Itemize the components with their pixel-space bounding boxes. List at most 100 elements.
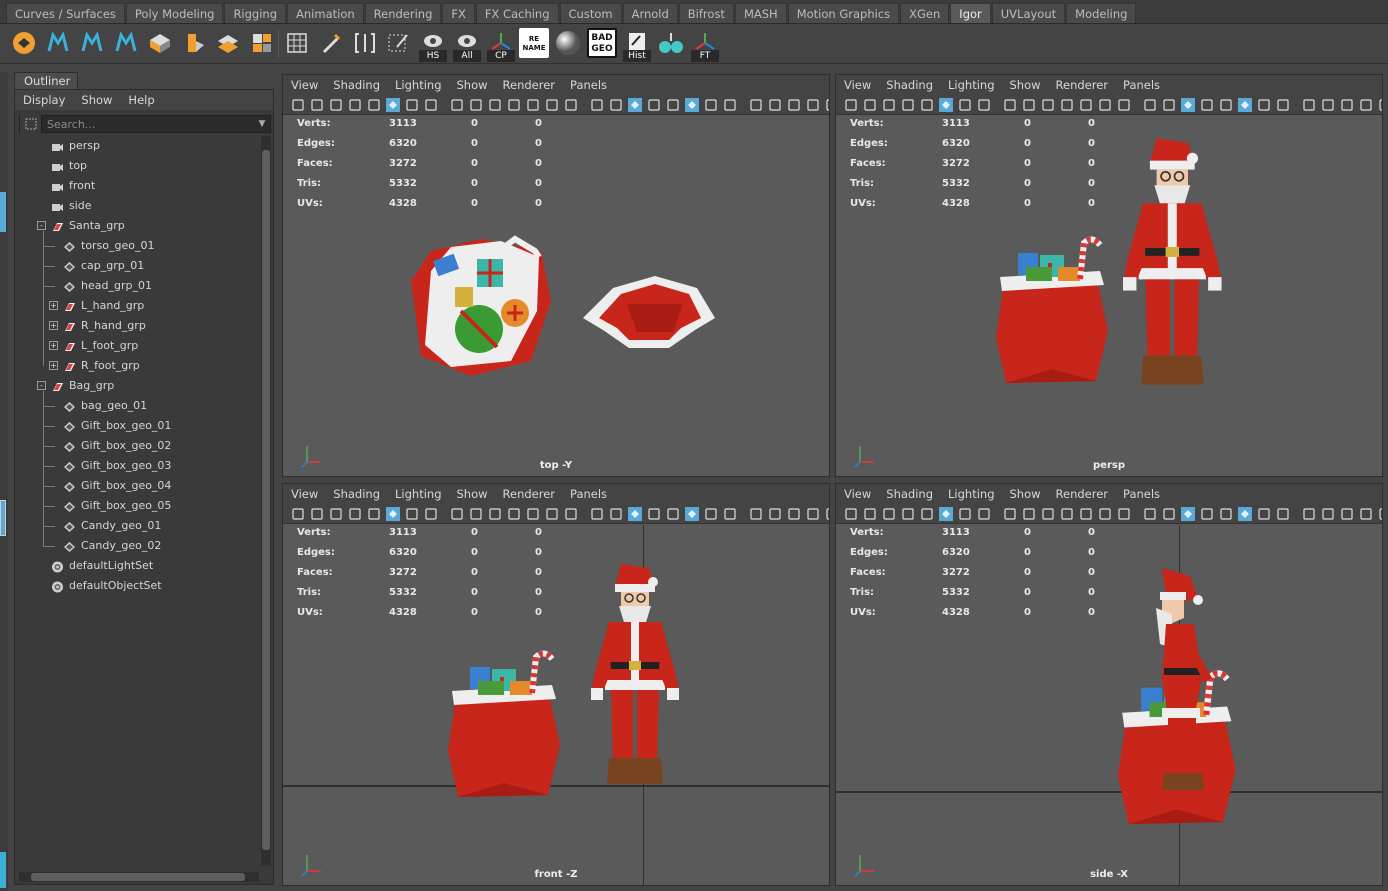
shelf-tab-uvlayout[interactable]: UVLayout <box>991 3 1066 23</box>
panel-menu-show[interactable]: Show <box>457 487 488 501</box>
panel-toolbar-button-icon[interactable] <box>469 98 483 112</box>
viewport-canvas[interactable]: Verts: 3113 0 0 Edges: 6320 0 0 Faces: 3272 0 0 Tris… <box>283 525 829 885</box>
panel-menu-show[interactable]: Show <box>1010 78 1041 92</box>
panel-menu-renderer[interactable]: Renderer <box>1056 487 1109 501</box>
panel-toolbar-button-icon[interactable] <box>405 507 419 521</box>
panel-toolbar-button-icon[interactable] <box>723 98 737 112</box>
panel-toolbar-button-icon[interactable] <box>1257 98 1271 112</box>
panel-toolbar-button-icon[interactable] <box>1340 98 1354 112</box>
panel-toolbar-button-icon[interactable] <box>901 507 915 521</box>
poly-cube-icon[interactable] <box>146 28 174 58</box>
panel-toolbar-button-icon[interactable] <box>938 97 954 113</box>
panel-toolbar-button-icon[interactable] <box>1180 97 1196 113</box>
viewport-panel[interactable]: View Shading Lighting Show Renderer Panels Ve… <box>282 74 830 477</box>
panel-toolbar-button-icon[interactable] <box>609 98 623 112</box>
panel-toolbar-button-icon[interactable] <box>787 507 801 521</box>
shelf-tab-igor[interactable]: Igor <box>950 3 991 23</box>
panel-toolbar-button-icon[interactable] <box>564 98 578 112</box>
bad-geo-tool[interactable]: BAD GEO <box>587 28 617 58</box>
panel-toolbar-button-icon[interactable] <box>385 506 401 522</box>
panel-toolbar-button-icon[interactable] <box>806 98 820 112</box>
panel-menu-shading[interactable]: Shading <box>333 487 380 501</box>
tree-expander-icon[interactable]: - <box>37 221 46 230</box>
outliner-menu-show[interactable]: Show <box>81 93 112 107</box>
panel-toolbar-button-icon[interactable] <box>882 507 896 521</box>
panel-menu-show[interactable]: Show <box>457 78 488 92</box>
chevron-down-icon[interactable]: ▼ <box>254 119 270 129</box>
panel-toolbar-button-icon[interactable] <box>1143 98 1157 112</box>
panel-toolbar-button-icon[interactable] <box>1276 98 1290 112</box>
panel-toolbar-button-icon[interactable] <box>329 507 343 521</box>
panel-toolbar-button-icon[interactable] <box>749 98 763 112</box>
panel-toolbar-button-icon[interactable] <box>647 98 661 112</box>
panel-toolbar-button-icon[interactable] <box>1098 98 1112 112</box>
panel-toolbar-button-icon[interactable] <box>564 507 578 521</box>
panel-toolbar-button-icon[interactable] <box>507 98 521 112</box>
shelf-tab-xgen[interactable]: XGen <box>900 3 950 23</box>
panel-toolbar-button-icon[interactable] <box>291 507 305 521</box>
shelf-tab-animation[interactable]: Animation <box>287 3 364 23</box>
shelf-tab-bifrost[interactable]: Bifrost <box>678 3 734 23</box>
panel-toolbar-button-icon[interactable] <box>609 507 623 521</box>
panel-toolbar-button-icon[interactable] <box>901 98 915 112</box>
panel-toolbar-button-icon[interactable] <box>1321 507 1335 521</box>
poly-box-icon[interactable] <box>180 28 208 58</box>
panel-toolbar-button-icon[interactable] <box>1098 507 1112 521</box>
panel-toolbar-button-icon[interactable] <box>977 98 991 112</box>
panel-toolbar-button-icon[interactable] <box>704 98 718 112</box>
shelf-tab-rendering[interactable]: Rendering <box>364 3 442 23</box>
search-filter-icon[interactable] <box>20 115 42 133</box>
panel-menu-view[interactable]: View <box>844 78 871 92</box>
viewport-canvas[interactable]: Verts: 3113 0 0 Edges: 6320 0 0 Faces: 3272 0 0 Tris… <box>283 116 829 476</box>
panel-menu-shading[interactable]: Shading <box>886 487 933 501</box>
panel-toolbar-button-icon[interactable] <box>806 507 820 521</box>
panel-toolbar-button-icon[interactable] <box>469 507 483 521</box>
panel-toolbar-button-icon[interactable] <box>938 506 954 522</box>
panel-menu-view[interactable]: View <box>844 487 871 501</box>
panel-toolbar-button-icon[interactable] <box>1003 507 1017 521</box>
shelf-tab-fx[interactable]: FX <box>442 3 475 23</box>
panel-toolbar-button-icon[interactable] <box>1060 98 1074 112</box>
tool-strip-highlight-2[interactable] <box>0 500 6 536</box>
tool-strip-highlight-3[interactable] <box>0 852 6 888</box>
panel-toolbar-button-icon[interactable] <box>385 97 401 113</box>
panel-menu-renderer[interactable]: Renderer <box>503 487 556 501</box>
panel-toolbar-button-icon[interactable] <box>1378 98 1382 112</box>
outliner-vertical-scrollbar[interactable] <box>261 136 271 866</box>
panel-toolbar-button-icon[interactable] <box>545 98 559 112</box>
panel-toolbar-button-icon[interactable] <box>958 507 972 521</box>
panel-toolbar-button-icon[interactable] <box>825 507 829 521</box>
shelf-tab-fx-caching[interactable]: FX Caching <box>475 3 559 23</box>
maya-tool-3-icon[interactable] <box>112 28 140 58</box>
outliner-tab[interactable]: Outliner <box>14 72 78 89</box>
panel-toolbar-button-icon[interactable] <box>684 506 700 522</box>
panel-toolbar-button-icon[interactable] <box>768 98 782 112</box>
panel-menu-lighting[interactable]: Lighting <box>948 78 994 92</box>
mirror-tool-icon[interactable] <box>657 28 685 58</box>
panel-menu-lighting[interactable]: Lighting <box>948 487 994 501</box>
panel-toolbar-button-icon[interactable] <box>749 507 763 521</box>
hs-tool[interactable]: HS <box>419 28 447 62</box>
panel-toolbar-button-icon[interactable] <box>684 97 700 113</box>
panel-toolbar-button-icon[interactable] <box>1022 98 1036 112</box>
panel-toolbar-button-icon[interactable] <box>526 507 540 521</box>
panel-toolbar-button-icon[interactable] <box>329 98 343 112</box>
panel-menu-renderer[interactable]: Renderer <box>1056 78 1109 92</box>
panel-toolbar-button-icon[interactable] <box>1003 98 1017 112</box>
viewport-panel[interactable]: View Shading Lighting Show Renderer Panels <box>282 483 830 886</box>
panel-toolbar-button-icon[interactable] <box>1219 98 1233 112</box>
panel-toolbar-button-icon[interactable] <box>1219 507 1233 521</box>
panel-toolbar-button-icon[interactable] <box>348 507 362 521</box>
search-input[interactable]: Search... <box>42 118 254 131</box>
panel-menu-panels[interactable]: Panels <box>1123 78 1160 92</box>
panel-toolbar-button-icon[interactable] <box>1257 507 1271 521</box>
panel-toolbar-button-icon[interactable] <box>1117 98 1131 112</box>
panel-toolbar-button-icon[interactable] <box>310 98 324 112</box>
panel-toolbar-button-icon[interactable] <box>310 507 324 521</box>
panel-toolbar-button-icon[interactable] <box>424 98 438 112</box>
panel-menu-panels[interactable]: Panels <box>570 487 607 501</box>
panel-menu-show[interactable]: Show <box>1010 487 1041 501</box>
panel-toolbar-button-icon[interactable] <box>348 98 362 112</box>
panel-toolbar-button-icon[interactable] <box>1079 507 1093 521</box>
panel-toolbar-button-icon[interactable] <box>1180 506 1196 522</box>
